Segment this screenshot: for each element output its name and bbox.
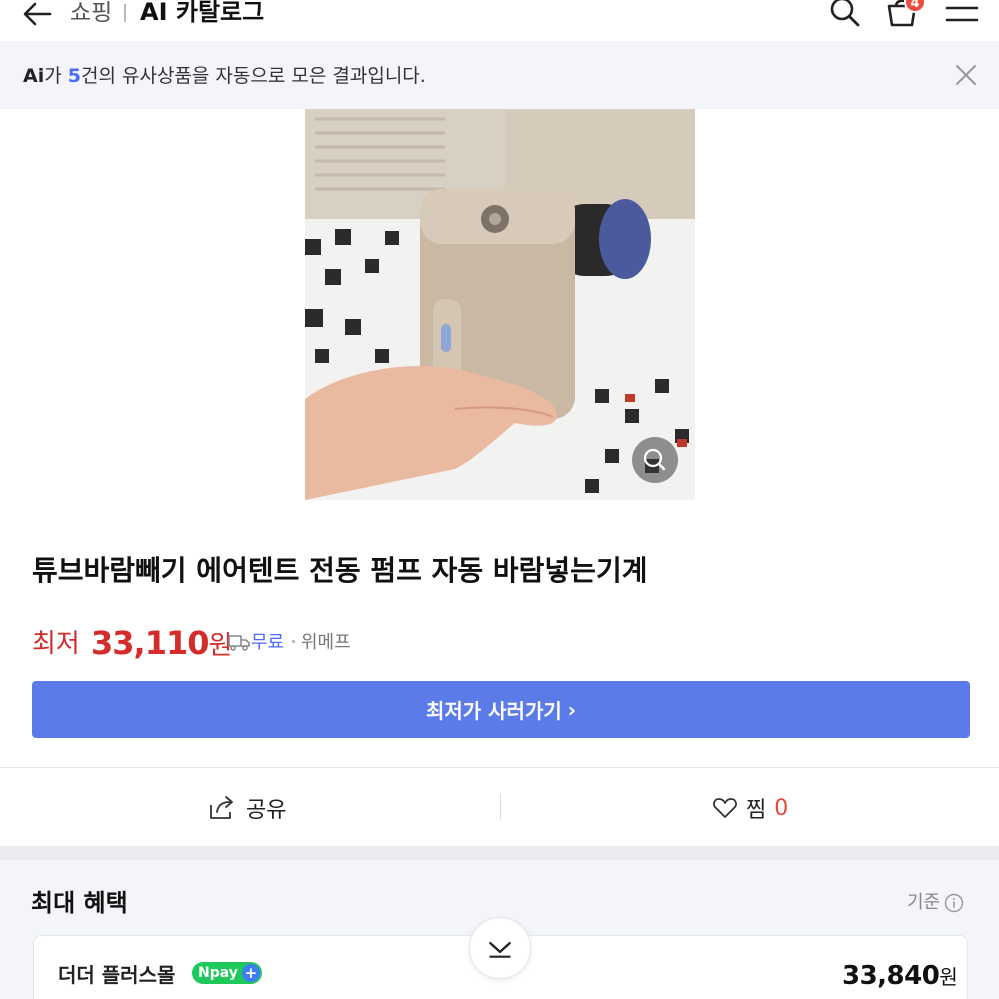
buy-lowest-price-button[interactable]: 최저가 사러가기 › [32,681,970,738]
npay-plus-badge: Npay + [192,962,262,984]
product-title: 튜브바람빼기 에어텐트 전동 펌프 자동 바람넣는기계 [32,554,648,587]
price-amount: 33,110 [91,624,209,662]
like-count: 0 [774,795,789,821]
seller-name: 위메프 [301,632,351,653]
share-button[interactable]: 공유 [208,790,286,826]
breadcrumb-divider [124,4,126,22]
similar-count: 5 [67,65,81,87]
back-arrow-icon[interactable] [20,0,56,32]
like-label: 찜 [746,798,767,823]
chevron-right-icon: › [567,697,576,722]
delivery-fee: 무료 [251,632,285,653]
plus-icon: + [241,964,260,982]
notice-suffix: 건의 유사상품을 자동으로 모은 결과입니다. [80,65,426,87]
menu-icon[interactable] [942,0,982,32]
ai-label: Ai [23,65,45,87]
zoom-icon[interactable] [632,437,678,483]
share-icon [210,796,233,819]
search-icon[interactable] [825,0,865,32]
benefit-title: 최대 혜택 [31,889,128,917]
heart-icon [713,798,737,818]
delivery-truck-icon [228,635,250,651]
like-button[interactable]: 찜 0 [712,790,788,826]
action-separator [500,794,501,820]
store-price: 33,840원 [842,960,958,993]
price-label: 최저 [32,629,80,659]
lowest-price: 33,110원 [91,624,232,665]
info-icon [944,893,964,913]
notice-prefix: 가 [44,65,68,87]
store-name: 더더 플러스몰 [58,963,176,987]
npay-label: Npay [198,965,238,981]
section-divider [0,767,999,768]
close-icon[interactable] [951,60,981,90]
product-image[interactable] [305,109,695,500]
share-label: 공유 [246,798,287,823]
page-title: AI 카탈로그 [140,0,265,26]
top-header: 쇼핑 AI 카탈로그 4 [0,0,999,40]
store-price-unit: 원 [939,965,958,989]
buy-button-label: 최저가 사러가기 [425,699,562,723]
dot-separator [292,640,295,643]
ai-notice-text: Ai가 5건의 유사상품을 자동으로 모은 결과입니다. [23,63,426,89]
basis-label: 기준 [907,892,941,913]
breadcrumb-shopping[interactable]: 쇼핑 [70,0,112,28]
chevron-down-icon[interactable] [469,917,531,979]
benefit-basis[interactable]: 기준 [907,891,964,915]
store-price-amount: 33,840 [842,961,940,991]
ai-notice-bar: Ai가 5건의 유사상품을 자동으로 모은 결과입니다. [0,41,999,109]
section-gap [0,846,999,860]
